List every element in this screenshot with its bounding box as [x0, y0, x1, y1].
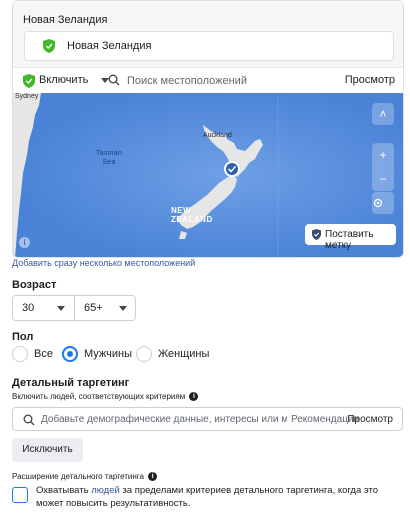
include-label: Включить [39, 74, 89, 86]
age-range: 30 65+ [12, 295, 136, 321]
bulk-add-locations-link[interactable]: Добавить сразу несколько местоположений [12, 258, 195, 268]
shield-check-icon [23, 74, 35, 88]
location-browse-button[interactable]: Просмотр [345, 74, 395, 86]
age-min-select[interactable]: 30 [13, 296, 74, 320]
expansion-checkbox[interactable] [12, 487, 28, 503]
search-icon [108, 74, 120, 86]
map-label-country: NEW ZEALAND [171, 206, 213, 224]
exclude-button[interactable]: Исключить [12, 438, 83, 462]
location-header-title: Новая Зеландия [23, 14, 108, 26]
recenter-button[interactable] [372, 192, 394, 214]
expansion-title: Расширение детального таргетинга i [12, 472, 158, 482]
include-dropdown[interactable]: Включить [21, 68, 111, 94]
zoom-out-button[interactable]: − [372, 167, 394, 191]
shield-check-icon [43, 39, 55, 53]
location-panel: Новая Зеландия Новая Зеландия Включить П… [12, 0, 404, 258]
location-pin-marker[interactable] [224, 161, 240, 177]
gender-option-label: Мужчины [84, 348, 133, 360]
location-search-input[interactable] [127, 71, 327, 91]
expansion-text-pre: Охватывать [36, 485, 92, 496]
info-icon[interactable]: i [189, 392, 199, 402]
info-icon[interactable]: i [148, 472, 158, 482]
map-label-auckland: Auckland [203, 132, 232, 139]
age-max-select[interactable]: 65+ [75, 296, 136, 320]
map-label-sea: Tasman Sea [95, 150, 123, 166]
expansion-description: Охватывать людей за пределами критериев … [36, 484, 396, 510]
chevron-down-icon [119, 306, 127, 311]
pin-icon [312, 229, 321, 240]
chevron-down-icon [57, 306, 65, 311]
include-criteria-text: Включить людей, соответствующих критерия… [12, 392, 186, 401]
gender-option-label: Все [34, 348, 53, 360]
map[interactable]: Sydney Tasman Sea Auckland NEW ZEALAND ˄… [13, 93, 403, 257]
drop-pin-button[interactable]: Поставить метку [305, 224, 396, 251]
location-toolbar: Включить Просмотр [13, 67, 403, 93]
drop-pin-label: Поставить метку [325, 229, 374, 251]
people-link[interactable]: людей [91, 485, 120, 496]
selected-location-chip[interactable]: Новая Зеландия [24, 31, 394, 61]
detailed-browse-button[interactable]: Просмотр [347, 414, 393, 425]
radio-button[interactable] [136, 346, 152, 362]
gender-title: Пол [12, 331, 34, 343]
gender-option-label: Женщины [158, 348, 210, 360]
age-title: Возраст [12, 279, 57, 291]
radio-button-checked[interactable] [62, 346, 78, 362]
age-min-value: 30 [22, 302, 35, 314]
map-zoom-controls: + − [372, 143, 394, 191]
radio-button[interactable] [12, 346, 28, 362]
selected-location-label: Новая Зеландия [67, 40, 152, 52]
check-icon [227, 165, 237, 173]
map-info-icon[interactable]: i [19, 237, 30, 248]
age-max-value: 65+ [84, 302, 103, 314]
map-collapse-button[interactable]: ˄ [372, 103, 394, 125]
detailed-targeting-title: Детальный таргетинг [12, 377, 130, 389]
detailed-targeting-input[interactable] [41, 411, 287, 428]
zoom-in-button[interactable]: + [372, 143, 394, 167]
expansion-title-text: Расширение детального таргетинга [12, 472, 144, 481]
detailed-targeting-field: Рекомендации Просмотр [12, 407, 403, 431]
crosshair-icon [373, 198, 383, 208]
map-label-sydney: Sydney [15, 93, 39, 100]
include-criteria-label: Включить людей, соответствующих критерия… [12, 392, 199, 402]
search-icon [23, 414, 35, 426]
